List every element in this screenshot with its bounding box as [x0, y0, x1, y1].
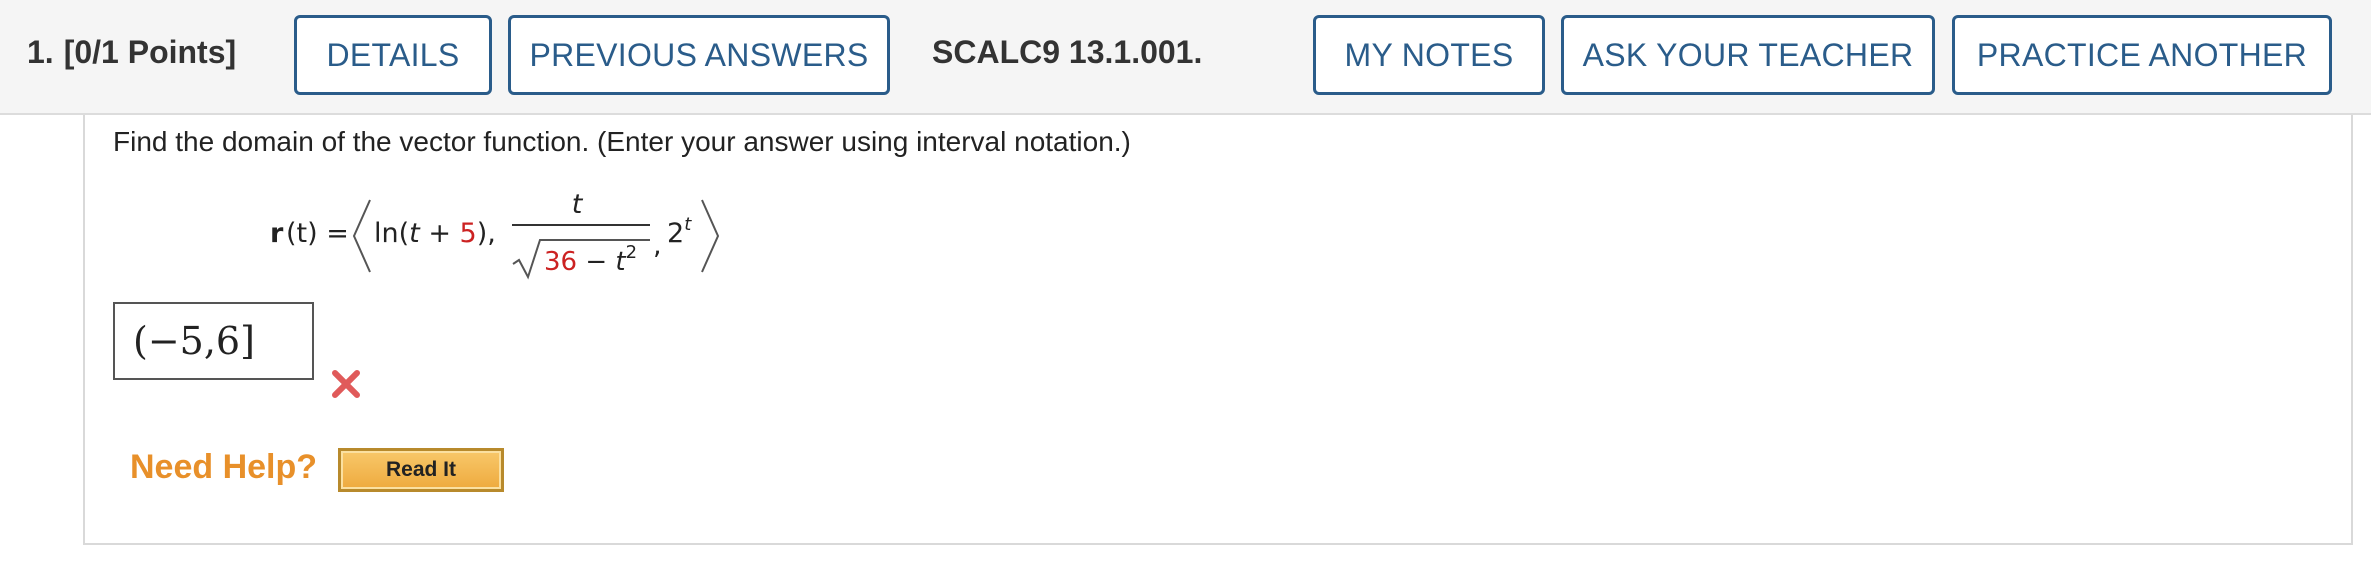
my-notes-button[interactable]: MY NOTES: [1313, 15, 1545, 95]
formula-ln-close: ),: [477, 218, 496, 249]
points-label: [0/1 Points]: [63, 34, 237, 70]
need-help-label: Need Help?: [130, 448, 318, 486]
formula-comma: ,: [653, 230, 662, 261]
read-it-button[interactable]: Read It: [338, 448, 504, 492]
sqrt-content: 36 − t2: [544, 242, 637, 277]
formula-given-five: 5: [460, 218, 477, 249]
previous-answers-button[interactable]: PREVIOUS ANSWERS: [508, 15, 890, 95]
question-prompt: Find the domain of the vector function. …: [113, 126, 1131, 157]
formula-base-two: 2: [667, 218, 684, 249]
question-id: SCALC9 13.1.001.: [932, 34, 1203, 70]
x-mark-icon: [332, 370, 360, 398]
sqrt-minus: −: [577, 247, 615, 277]
question-number: 1. [0/1 Points]: [27, 34, 236, 71]
formula-two-power-t: 2t: [667, 214, 692, 249]
vector-function-formula: r (t) = ln(t + 5), t 36 − t2 , 2t: [270, 189, 720, 280]
formula-plus: +: [420, 218, 460, 249]
left-angle-bracket: [352, 199, 371, 273]
question-number-label: 1.: [27, 34, 54, 70]
fraction-numerator: t: [572, 189, 584, 220]
question-header: 1. [0/1 Points] DETAILS PREVIOUS ANSWERS …: [0, 0, 2371, 115]
details-button[interactable]: DETAILS: [294, 15, 492, 95]
answer-input[interactable]: (−5,6]: [113, 302, 314, 380]
sqrt-exponent: 2: [626, 242, 637, 263]
ask-your-teacher-button[interactable]: ASK YOUR TEACHER: [1561, 15, 1935, 95]
formula-lhs: (t) =: [286, 218, 349, 249]
formula-ln-term: ln(t + 5),: [374, 218, 496, 249]
formula-exponent-t: t: [684, 214, 692, 235]
right-angle-bracket: [701, 199, 720, 273]
formula-r: r: [270, 218, 284, 249]
practice-another-button[interactable]: PRACTICE ANOTHER: [1952, 15, 2332, 95]
sqrt-given-36: 36: [544, 247, 577, 277]
formula-ln-open: ln(: [374, 218, 409, 249]
